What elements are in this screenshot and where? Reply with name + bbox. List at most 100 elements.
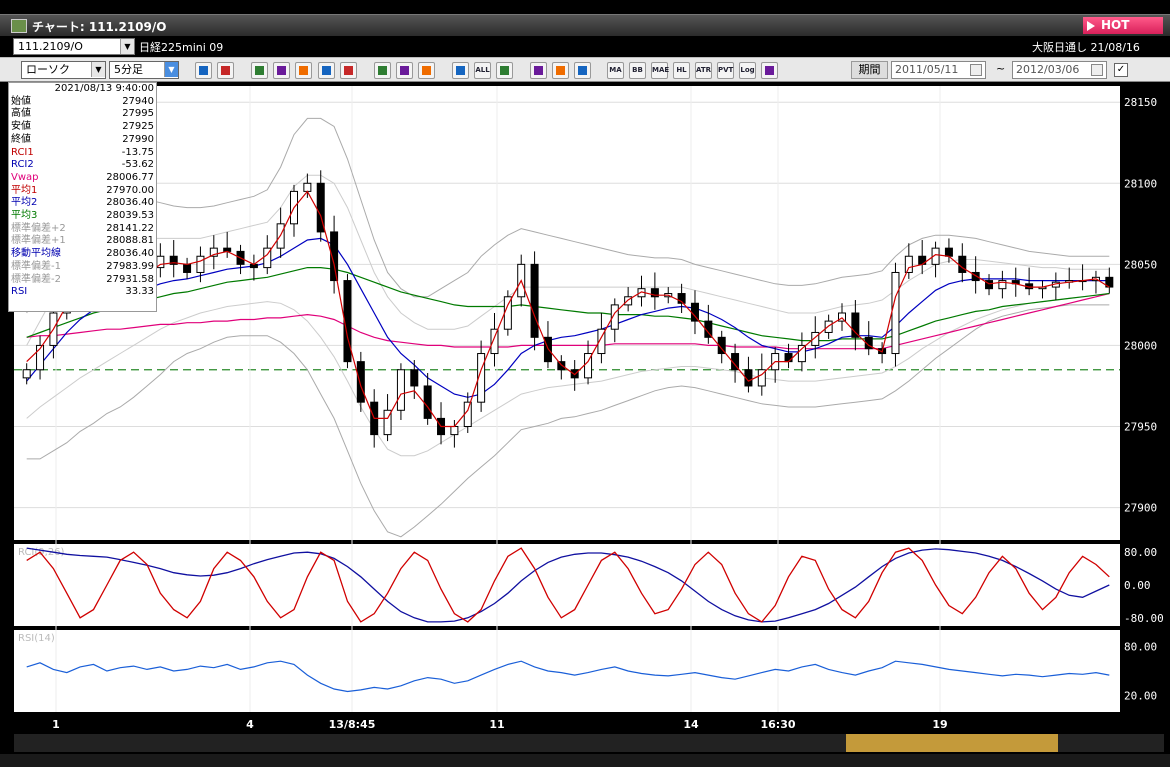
info-value: -53.62 [121, 159, 154, 171]
candle-body [423, 385, 432, 419]
candle-body [530, 263, 539, 338]
glyph [534, 66, 543, 75]
rsi-title: RSI(14) [18, 633, 55, 644]
date-from-field[interactable]: 2011/05/11 [891, 61, 986, 79]
glyph [400, 66, 409, 75]
info-value: 27983.99 [106, 260, 154, 272]
date-to-field[interactable]: 2012/03/06 [1012, 61, 1107, 79]
candle-body [22, 369, 31, 379]
info-row: 始値 27940 [11, 96, 154, 109]
rci-tick-label: 80.00 [1124, 546, 1157, 559]
info-row: 安値 27925 [11, 121, 154, 134]
candle-body [396, 369, 405, 411]
candle-body [784, 353, 793, 363]
chart-area[interactable]: 2815028100280502800027950279001 4 13/8:45 1… [0, 82, 1170, 767]
x-axis-bar [0, 714, 1170, 734]
info-value: 27995 [122, 108, 154, 120]
candle-add-icon[interactable] [452, 62, 469, 79]
glyph [578, 66, 587, 75]
grid-icon[interactable] [295, 62, 312, 79]
info-datetime: 2021/08/13 9:40:00 [54, 83, 154, 94]
chevron-down-icon[interactable]: ▼ [91, 62, 105, 77]
info-label: RCI1 [11, 146, 34, 158]
sma-icon[interactable] [574, 62, 591, 79]
info-label: 平均1 [11, 184, 38, 196]
candle-body [196, 255, 205, 273]
glyph [378, 66, 387, 75]
candle-body [944, 247, 953, 257]
y-tick-label: 27900 [1124, 502, 1157, 515]
info-value: 28006.77 [106, 171, 154, 183]
ma-icon[interactable]: MA [607, 62, 624, 79]
symbol-name: 日経225mini 09 [139, 41, 224, 54]
zoom-icon[interactable] [195, 62, 212, 79]
chevron-down-icon[interactable]: ▼ [120, 39, 134, 54]
all-icon[interactable]: ALL [474, 62, 491, 79]
glyph [765, 66, 774, 75]
window-titlebar[interactable]: チャート: 111.2109/O HOT [0, 14, 1170, 36]
info-row: RSI 33.33 [11, 286, 154, 299]
info-value: 27925 [122, 121, 154, 133]
mae-icon[interactable]: MAE [651, 62, 669, 79]
symbol-select[interactable]: 111.2109/O ▼ [13, 38, 135, 55]
atr-icon[interactable]: ATR [695, 62, 712, 79]
glyph [322, 66, 331, 75]
info-label: 安値 [11, 121, 31, 133]
candle-body [824, 320, 833, 333]
info-label: 標準偏差-1 [11, 260, 61, 272]
x-tick-label: 11 [489, 718, 504, 731]
log-icon[interactable]: Log [739, 62, 756, 79]
date-from-value: 2011/05/11 [895, 63, 959, 76]
glyph [277, 66, 286, 75]
x-tick-label: 16:30 [760, 718, 795, 731]
y-tick-label: 27950 [1124, 421, 1157, 434]
info-row: 標準偏差-2 27931.58 [11, 274, 154, 287]
info-row: 平均3 28039.53 [11, 210, 154, 223]
info-row: 高値 27995 [11, 108, 154, 121]
hot-button[interactable]: HOT [1083, 17, 1163, 34]
chart-application: チャート: 111.2109/O HOT 111.2109/O ▼ 日経225mi… [0, 0, 1170, 767]
brush-icon[interactable] [530, 62, 547, 79]
info-label: 平均3 [11, 210, 38, 222]
info-value: 28036.40 [106, 248, 154, 260]
status-strip [0, 754, 1170, 767]
range-checkbox[interactable]: ✓ [1114, 63, 1128, 77]
crosshair-icon[interactable] [217, 62, 234, 79]
color-icon[interactable] [552, 62, 569, 79]
glyph [500, 66, 509, 75]
glyph [255, 66, 264, 75]
candle-body [450, 426, 459, 436]
info-row: RCI2 -53.62 [11, 159, 154, 172]
date-range-separator: ~ [996, 62, 1006, 75]
calendar-icon[interactable] [970, 64, 982, 76]
draw-icon[interactable] [318, 62, 335, 79]
down-arrow-icon[interactable] [251, 62, 268, 79]
info-label: 標準偏差-2 [11, 273, 61, 285]
candle-icon[interactable] [418, 62, 435, 79]
settings-icon[interactable] [496, 62, 513, 79]
info-row: 終値 27990 [11, 134, 154, 147]
pen-icon[interactable] [396, 62, 413, 79]
cursor-icon[interactable] [374, 62, 391, 79]
chart-type-select[interactable]: ローソク ▼ [21, 61, 106, 79]
period-button[interactable]: 期間 [851, 61, 888, 79]
hl-icon[interactable]: HL [673, 62, 690, 79]
info-label: RCI2 [11, 159, 34, 171]
info-row: RCI1 -13.75 [11, 147, 154, 160]
pencil-icon[interactable] [340, 62, 357, 79]
candle-body [303, 182, 312, 192]
zoom-in-icon[interactable] [273, 62, 290, 79]
calendar-icon[interactable] [1091, 64, 1103, 76]
interval-select[interactable]: 5分足 ▼ [109, 61, 179, 79]
rci-tick-label: 0.00 [1124, 579, 1151, 592]
info-value: 27940 [122, 95, 154, 107]
info-value: 28036.40 [106, 197, 154, 209]
info-value: 27990 [122, 133, 154, 145]
info-value: 28141.22 [106, 222, 154, 234]
glyph [344, 66, 353, 75]
pivot-icon[interactable]: PVT [717, 62, 734, 79]
candle-body [356, 361, 365, 403]
export-icon[interactable] [761, 62, 778, 79]
bb-icon[interactable]: BB [629, 62, 646, 79]
chevron-down-icon[interactable]: ▼ [164, 62, 178, 77]
